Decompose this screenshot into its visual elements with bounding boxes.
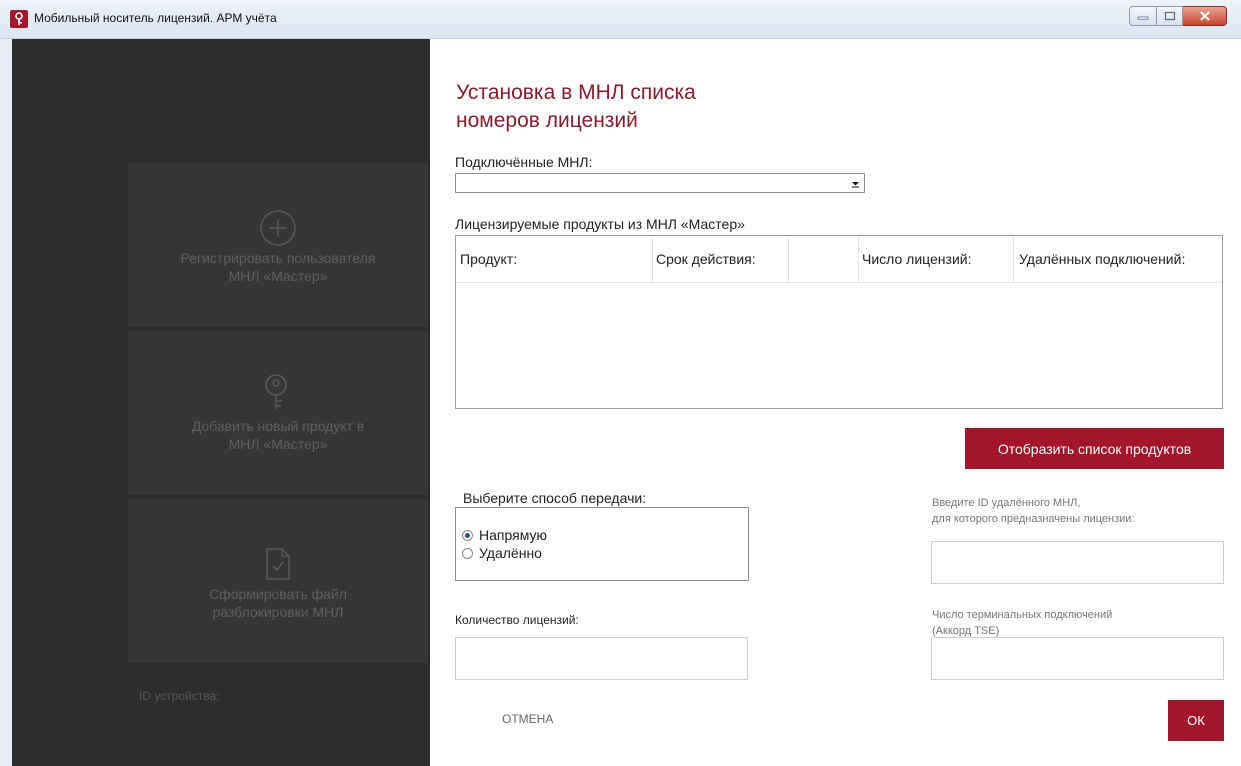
window-titlebar[interactable]: Мобильный носитель лицензий. АРМ учёта xyxy=(0,0,1241,39)
license-count-input[interactable] xyxy=(455,637,748,680)
column-divider xyxy=(1013,236,1014,282)
register-user-label-line1: Регистрировать пользователя xyxy=(180,250,376,266)
radio-remote[interactable]: Удалённо xyxy=(462,545,542,561)
column-license-count: Число лицензий: xyxy=(862,251,972,267)
show-products-button[interactable]: Отобразить список продуктов xyxy=(965,428,1224,469)
window-left-border xyxy=(0,39,12,766)
column-divider xyxy=(788,236,789,282)
device-id-label: ID устройства: xyxy=(139,689,220,703)
minimize-button[interactable] xyxy=(1129,6,1157,26)
key-icon xyxy=(265,374,287,409)
dropdown-arrow-button[interactable] xyxy=(847,175,863,191)
ok-button[interactable]: ОК xyxy=(1168,700,1224,741)
minimize-icon xyxy=(1137,16,1149,20)
products-table[interactable]: Продукт: Срок действия: Число лицензий: … xyxy=(455,235,1223,409)
cancel-button[interactable]: ОТМЕНА xyxy=(502,712,553,726)
remote-id-label-line2: для которого предназначены лицензии: xyxy=(932,513,1135,525)
terminal-connections-input[interactable] xyxy=(931,637,1224,680)
document-check-icon xyxy=(266,548,290,580)
license-install-dialog: Установка в МНЛ списка номеров лицензий … xyxy=(430,39,1241,766)
connected-mnl-select[interactable] xyxy=(455,173,865,193)
column-product: Продукт: xyxy=(460,251,518,267)
licensed-products-label: Лицензируемые продукты из МНЛ «Мастер» xyxy=(455,216,745,232)
terminal-label-line1: Число терминальных подключений xyxy=(932,609,1113,621)
remote-id-input[interactable] xyxy=(931,541,1224,584)
chevron-down-icon xyxy=(851,181,859,187)
remote-id-label: Введите ID удалённого МНЛ, для которого … xyxy=(932,495,1135,527)
plus-circle-icon xyxy=(260,210,296,246)
radio-direct-label: Напрямую xyxy=(479,527,547,543)
column-divider xyxy=(652,236,653,282)
register-user-label-line2: МНЛ «Мастер» xyxy=(228,268,328,284)
add-product-tile[interactable]: Добавить новый продукт в МНЛ «Мастер» xyxy=(128,331,428,495)
terminal-connections-label: Число терминальных подключений (Аккорд T… xyxy=(932,607,1112,639)
sidebar-panel: Регистрировать пользователя МНЛ «Мастер»… xyxy=(12,39,430,766)
maximize-icon xyxy=(1164,11,1175,21)
unlock-file-tile[interactable]: Сформировать файл разблокировки МНЛ xyxy=(128,499,428,663)
column-divider xyxy=(858,236,859,282)
unlock-file-label-line2: разблокировки МНЛ xyxy=(212,604,344,620)
column-remote-connections: Удалённых подключений: xyxy=(1019,251,1186,267)
add-product-label-line2: МНЛ «Мастер» xyxy=(228,436,328,452)
dialog-title-line2: номеров лицензий xyxy=(456,109,638,132)
app-key-icon xyxy=(10,10,28,28)
transfer-method-label: Выберите способ передачи: xyxy=(463,490,647,506)
maximize-button[interactable] xyxy=(1157,6,1183,26)
radio-direct[interactable]: Напрямую xyxy=(462,527,547,543)
radio-button-selected[interactable] xyxy=(462,529,473,541)
products-table-header: Продукт: Срок действия: Число лицензий: … xyxy=(456,236,1222,283)
window-controls xyxy=(1129,6,1227,28)
add-product-label-line1: Добавить новый продукт в xyxy=(191,418,365,434)
register-user-tile[interactable]: Регистрировать пользователя МНЛ «Мастер» xyxy=(128,163,428,327)
transfer-method-group: Напрямую Удалённо xyxy=(455,507,749,581)
remote-id-label-line1: Введите ID удалённого МНЛ, xyxy=(932,497,1081,509)
window-title: Мобильный носитель лицензий. АРМ учёта xyxy=(34,11,277,25)
close-button[interactable] xyxy=(1183,6,1227,26)
column-validity: Срок действия: xyxy=(656,251,756,267)
connected-mnl-label: Подключённые МНЛ: xyxy=(455,154,593,170)
close-icon xyxy=(1199,11,1210,21)
unlock-file-label-line1: Сформировать файл xyxy=(209,586,347,602)
dialog-title: Установка в МНЛ списка номеров лицензий xyxy=(456,79,696,135)
radio-button[interactable] xyxy=(462,547,473,559)
dialog-title-line1: Установка в МНЛ списка xyxy=(456,81,696,104)
radio-remote-label: Удалённо xyxy=(479,545,542,561)
license-count-label: Количество лицензий: xyxy=(455,613,579,627)
